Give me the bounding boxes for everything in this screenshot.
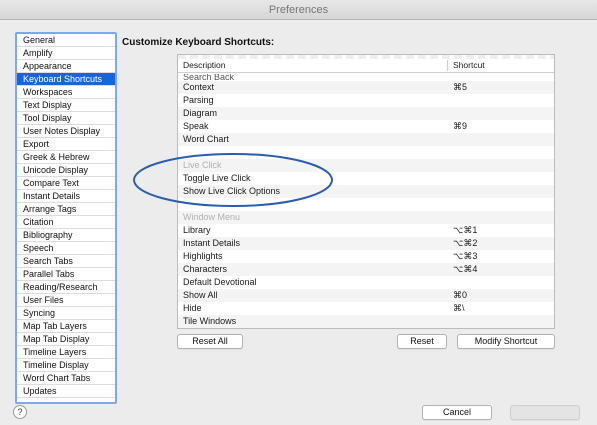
table-row[interactable] bbox=[178, 146, 554, 159]
row-description: Live Click bbox=[183, 160, 222, 170]
table-row[interactable]: Highlights ⌥⌘3 bbox=[178, 250, 554, 263]
sidebar-item-arrange-tags[interactable]: Arrange Tags bbox=[17, 203, 115, 216]
sidebar-item-bibliography[interactable]: Bibliography bbox=[17, 229, 115, 242]
table-row[interactable]: Show All ⌘0 bbox=[178, 289, 554, 302]
column-header-shortcut[interactable]: Shortcut bbox=[453, 60, 485, 70]
row-description: Default Devotional bbox=[183, 277, 257, 287]
row-description: Diagram bbox=[183, 108, 218, 118]
row-description: Characters bbox=[183, 264, 228, 274]
table-row[interactable]: Parsing bbox=[178, 94, 554, 107]
sidebar-item-tool-display[interactable]: Tool Display bbox=[17, 112, 115, 125]
sidebar-item-export[interactable]: Export bbox=[17, 138, 115, 151]
sidebar-item-general[interactable]: General bbox=[17, 34, 115, 47]
row-description: Parsing bbox=[183, 95, 214, 105]
sidebar-item-instant-details[interactable]: Instant Details bbox=[17, 190, 115, 203]
sidebar-item-speech[interactable]: Speech bbox=[17, 242, 115, 255]
sidebar-item-amplify[interactable]: Amplify bbox=[17, 47, 115, 60]
page-title: Customize Keyboard Shortcuts: bbox=[122, 37, 275, 48]
shortcuts-table[interactable]: Description Shortcut Search Back Context… bbox=[177, 54, 555, 329]
cancel-button[interactable]: Cancel bbox=[422, 405, 492, 420]
table-row[interactable]: Hide ⌘\ bbox=[178, 302, 554, 315]
sidebar-item-word-chart-tabs[interactable]: Word Chart Tabs bbox=[17, 372, 115, 385]
row-shortcut: ⌥⌘4 bbox=[453, 264, 478, 274]
sidebar-item-map-tab-layers[interactable]: Map Tab Layers bbox=[17, 320, 115, 333]
ok-button[interactable] bbox=[510, 405, 580, 420]
sidebar-item-timeline-display[interactable]: Timeline Display bbox=[17, 359, 115, 372]
table-row[interactable] bbox=[178, 198, 554, 211]
sidebar-item-user-notes-display[interactable]: User Notes Display bbox=[17, 125, 115, 138]
sidebar-item-compare-text[interactable]: Compare Text bbox=[17, 177, 115, 190]
sidebar-item-appearance[interactable]: Appearance bbox=[17, 60, 115, 73]
table-row[interactable]: Diagram bbox=[178, 107, 554, 120]
reset-all-button[interactable]: Reset All bbox=[177, 334, 243, 349]
table-section-header: Window Menu bbox=[178, 211, 554, 224]
sidebar-item-search-tabs[interactable]: Search Tabs bbox=[17, 255, 115, 268]
row-shortcut: ⌘5 bbox=[453, 82, 468, 92]
sidebar-item-parallel-tabs[interactable]: Parallel Tabs bbox=[17, 268, 115, 281]
row-description: Speak bbox=[183, 121, 209, 131]
sidebar-item-syncing[interactable]: Syncing bbox=[17, 307, 115, 320]
table-section-header: Live Click bbox=[178, 159, 554, 172]
table-row-partial[interactable]: Search Back bbox=[178, 74, 554, 81]
sidebar-item-citation[interactable]: Citation bbox=[17, 216, 115, 229]
table-row[interactable]: Toggle Live Click bbox=[178, 172, 554, 185]
sidebar-item-keyboard-shortcuts[interactable]: Keyboard Shortcuts bbox=[17, 73, 115, 86]
row-description: Highlights bbox=[183, 251, 223, 261]
row-shortcut: ⌘0 bbox=[453, 290, 468, 300]
table-row[interactable]: Library ⌥⌘1 bbox=[178, 224, 554, 237]
row-shortcut: ⌥⌘3 bbox=[453, 251, 478, 261]
preferences-window: Preferences General Amplify Appearance Keyb… bbox=[0, 0, 597, 425]
sidebar-item-text-display[interactable]: Text Display bbox=[17, 99, 115, 112]
sidebar-item-workspaces[interactable]: Workspaces bbox=[17, 86, 115, 99]
row-description: Context bbox=[183, 82, 215, 92]
sidebar-item-unicode-display[interactable]: Unicode Display bbox=[17, 164, 115, 177]
row-description: Search Back bbox=[183, 74, 235, 81]
table-row[interactable]: Characters ⌥⌘4 bbox=[178, 263, 554, 276]
preferences-sidebar[interactable]: General Amplify Appearance Keyboard Shortcu… bbox=[15, 32, 117, 404]
table-row[interactable]: Context ⌘5 bbox=[178, 81, 554, 94]
row-shortcut: ⌘9 bbox=[453, 121, 468, 131]
modify-shortcut-button[interactable]: Modify Shortcut bbox=[457, 334, 555, 349]
table-row[interactable]: Tile Windows bbox=[178, 315, 554, 328]
row-description: Word Chart bbox=[183, 134, 229, 144]
sidebar-item-map-tab-display[interactable]: Map Tab Display bbox=[17, 333, 115, 346]
help-button[interactable]: ? bbox=[13, 405, 27, 419]
sidebar-item-user-files[interactable]: User Files bbox=[17, 294, 115, 307]
sidebar-item-greek-hebrew[interactable]: Greek & Hebrew bbox=[17, 151, 115, 164]
sidebar-item-timeline-layers[interactable]: Timeline Layers bbox=[17, 346, 115, 359]
row-description: Instant Details bbox=[183, 238, 241, 248]
reset-button[interactable]: Reset bbox=[397, 334, 447, 349]
table-row[interactable]: Speak ⌘9 bbox=[178, 120, 554, 133]
sidebar-item-updates[interactable]: Updates bbox=[17, 385, 115, 398]
table-row[interactable]: Show Live Click Options bbox=[178, 185, 554, 198]
row-shortcut: ⌥⌘2 bbox=[453, 238, 478, 248]
window-title: Preferences bbox=[0, 0, 597, 20]
row-description: Tile Windows bbox=[183, 316, 237, 326]
row-description: Show Live Click Options bbox=[183, 186, 281, 196]
row-description: Library bbox=[183, 225, 211, 235]
row-description: Hide bbox=[183, 303, 202, 313]
table-body: Search Back Context ⌘5 Parsing Diagram Speak… bbox=[178, 74, 554, 328]
row-description: Show All bbox=[183, 290, 218, 300]
table-row[interactable]: Instant Details ⌥⌘2 bbox=[178, 237, 554, 250]
row-description: Window Menu bbox=[183, 212, 241, 222]
column-header-description[interactable]: Description bbox=[183, 60, 226, 70]
row-description: Toggle Live Click bbox=[183, 173, 251, 183]
sidebar-item-reading-research[interactable]: Reading/Research bbox=[17, 281, 115, 294]
column-divider bbox=[447, 60, 448, 71]
table-header: Description Shortcut bbox=[178, 59, 554, 73]
row-shortcut: ⌥⌘1 bbox=[453, 225, 478, 235]
table-row[interactable]: Default Devotional bbox=[178, 276, 554, 289]
table-row[interactable]: Word Chart bbox=[178, 133, 554, 146]
row-shortcut: ⌘\ bbox=[453, 303, 465, 313]
